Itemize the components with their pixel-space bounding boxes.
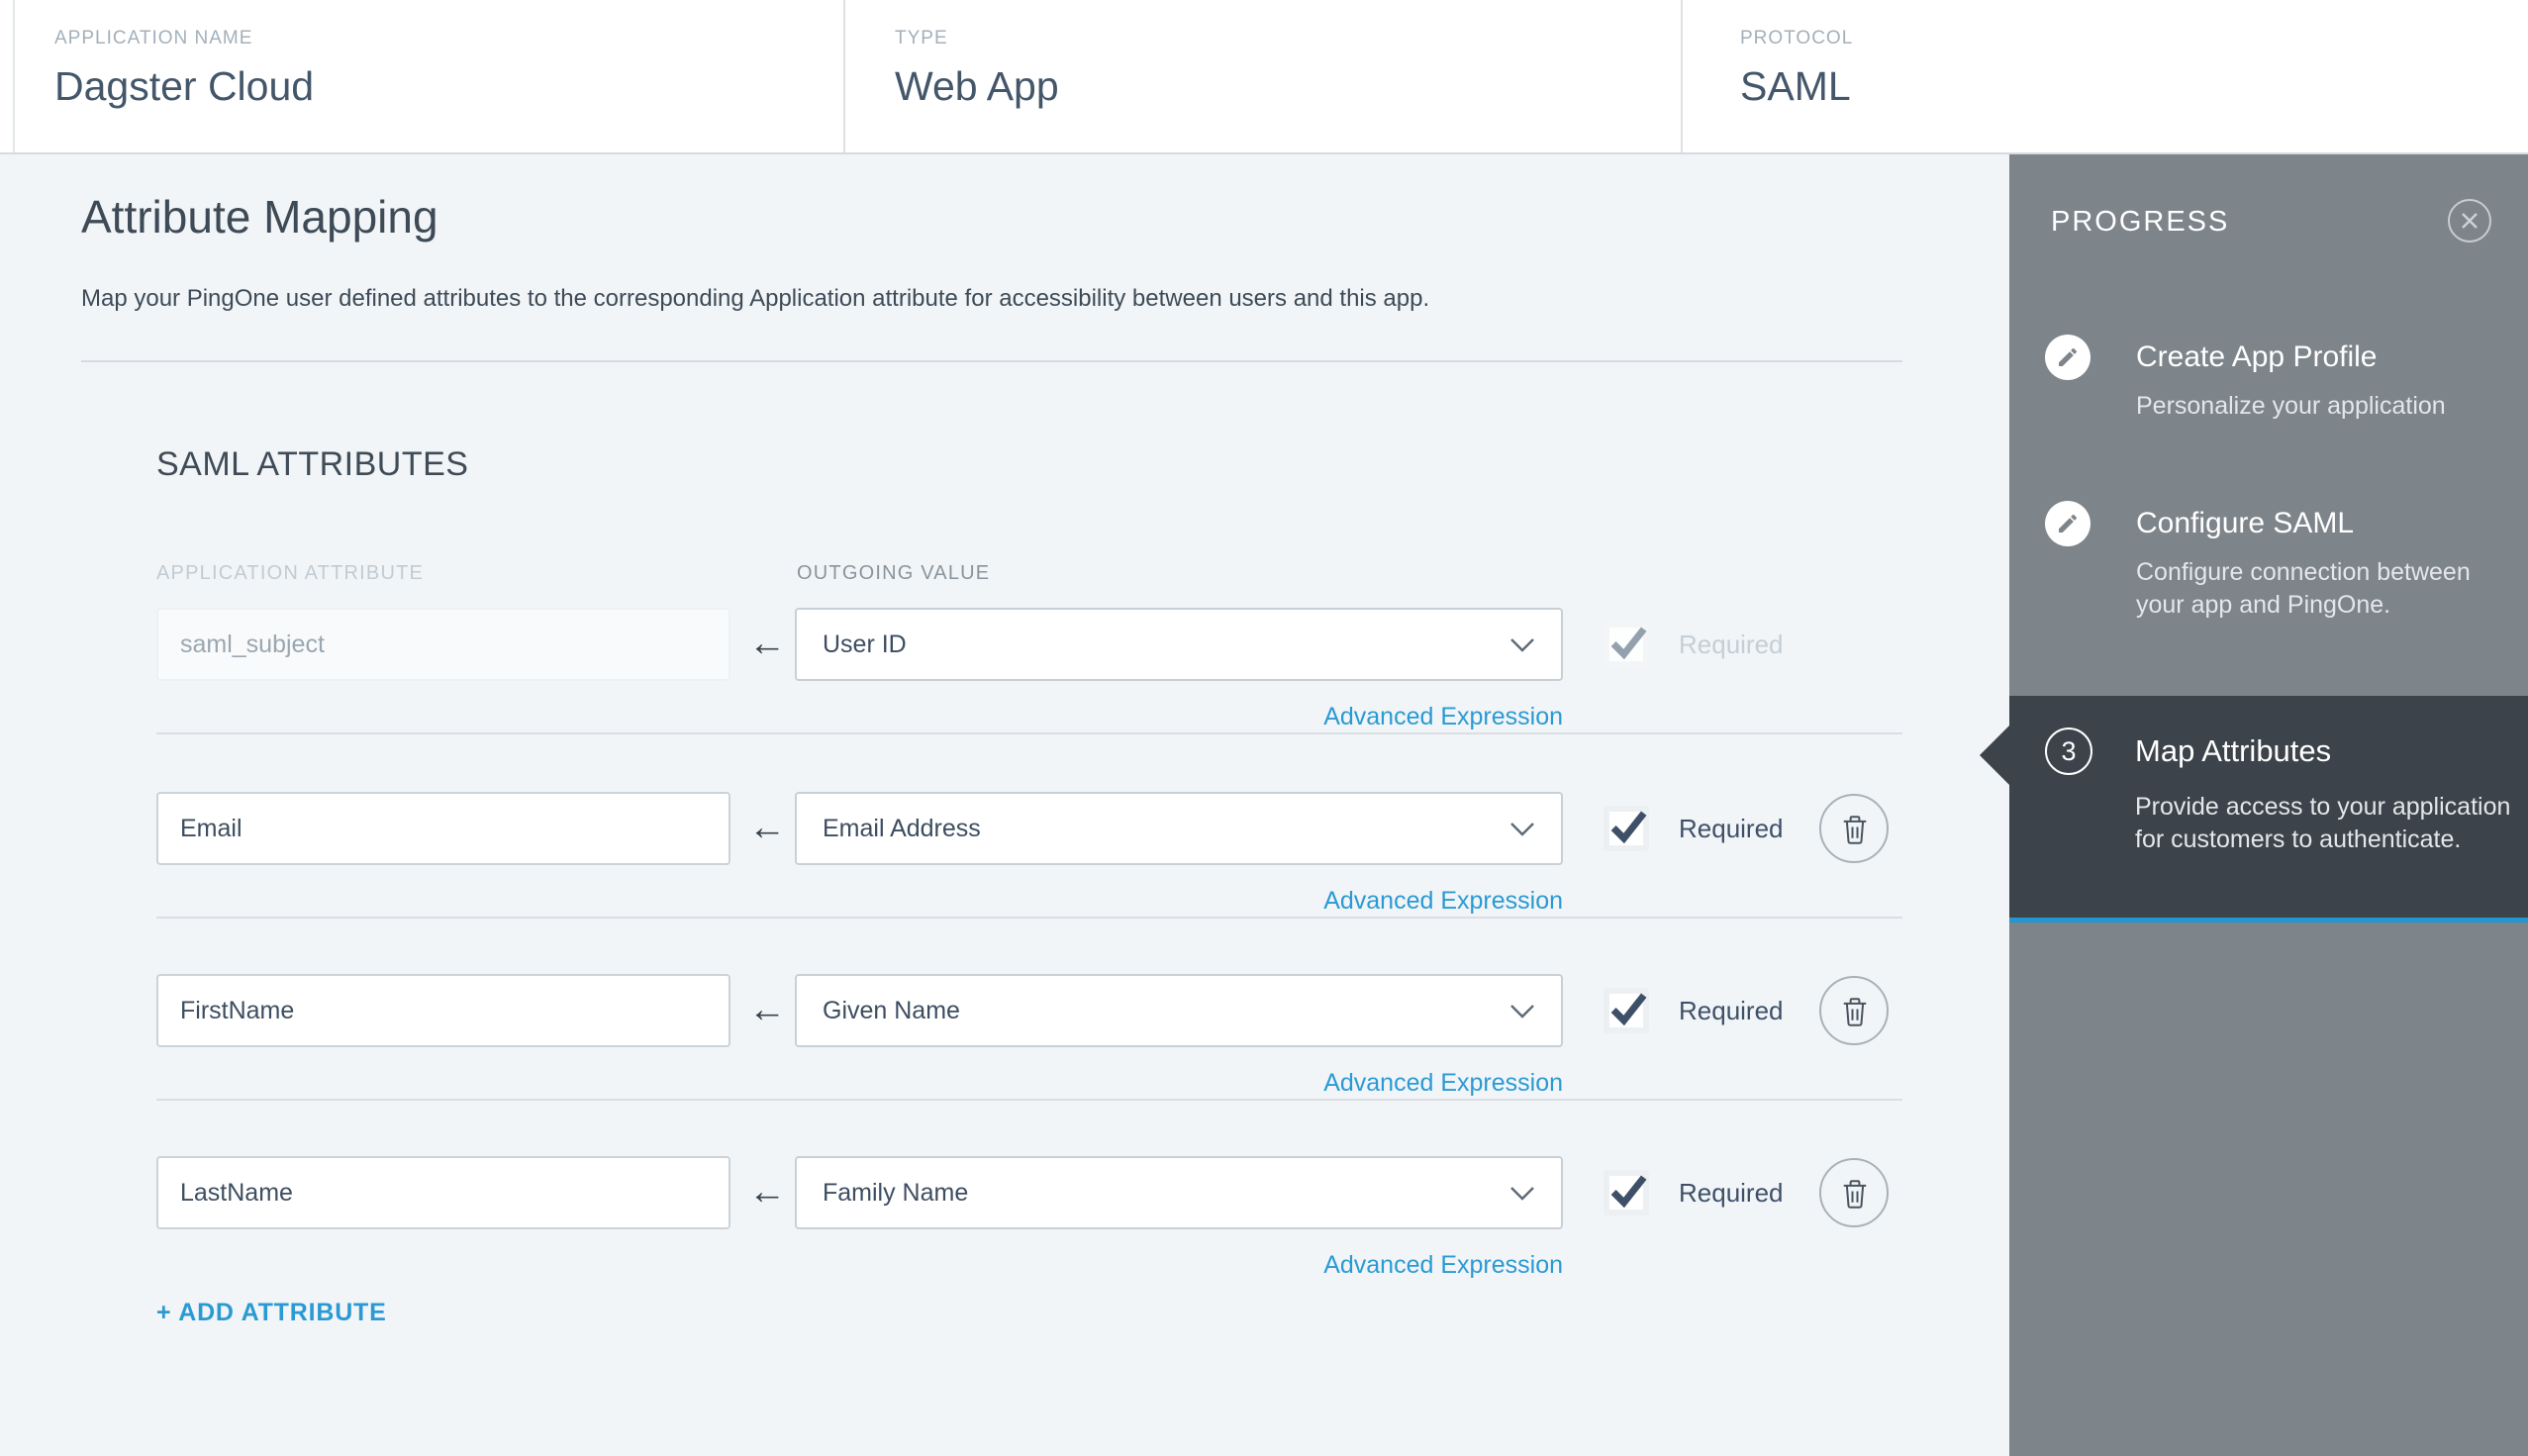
header-divider (843, 0, 845, 152)
required-checkbox[interactable] (1604, 988, 1649, 1033)
chevron-down-icon (1510, 1187, 1534, 1201)
application-attribute-input[interactable] (156, 974, 730, 1047)
app-summary-header: APPLICATION NAME Dagster Cloud TYPE Web … (0, 0, 2528, 154)
close-icon (2448, 199, 2491, 243)
arrow-left-icon: ← (748, 989, 786, 1030)
chevron-down-icon (1510, 638, 1534, 652)
application-name-value: Dagster Cloud (54, 63, 315, 109)
chevron-down-icon (1510, 823, 1534, 836)
row-divider (156, 732, 1902, 734)
trash-icon (1843, 816, 1867, 844)
column-header-application-attribute: APPLICATION ATTRIBUTE (156, 562, 425, 584)
application-attribute-input[interactable] (156, 792, 730, 865)
delete-attribute-button[interactable] (1819, 976, 1889, 1045)
protocol-label: PROTOCOL (1740, 28, 1854, 49)
outgoing-value-selected: User ID (823, 631, 907, 658)
page-description: Map your PingOne user defined attributes… (81, 285, 1430, 312)
required-label: Required (1679, 996, 1784, 1025)
advanced-expression-link[interactable]: Advanced Expression (795, 703, 1563, 731)
outgoing-value-select[interactable]: Given Name (795, 974, 1563, 1047)
attribute-mapping-page: APPLICATION NAME Dagster Cloud TYPE Web … (0, 0, 2528, 1456)
page-title: Attribute Mapping (81, 191, 438, 243)
required-label: Required (1679, 1178, 1784, 1208)
required-label: Required (1679, 814, 1784, 843)
row-divider (156, 917, 1902, 919)
check-icon (1610, 627, 1647, 660)
progress-title: PROGRESS (2051, 206, 2230, 238)
required-checkbox (1604, 622, 1649, 667)
outgoing-value-selected: Given Name (823, 997, 960, 1024)
header-field-application-name: APPLICATION NAME Dagster Cloud (54, 28, 314, 110)
window-left-edge (13, 0, 15, 152)
add-attribute-link[interactable]: + ADD ATTRIBUTE (156, 1299, 387, 1327)
close-button[interactable] (2447, 198, 2492, 243)
step-title: Configure SAML (2136, 507, 2355, 539)
outgoing-value-selected: Email Address (823, 815, 981, 842)
check-icon (1610, 811, 1647, 844)
arrow-left-icon: ← (748, 623, 786, 664)
attribute-row-firstname: ← Given Name Required Advanced Expressio… (156, 974, 1902, 1132)
type-value: Web App (895, 63, 1059, 109)
required-checkbox[interactable] (1604, 1170, 1649, 1215)
column-header-outgoing-value: OUTGOING VALUE (797, 562, 991, 584)
arrow-left-icon: ← (748, 1171, 786, 1213)
header-field-type: TYPE Web App (895, 28, 1059, 110)
advanced-expression-link[interactable]: Advanced Expression (795, 1069, 1563, 1098)
active-step-pointer (1980, 726, 2009, 785)
check-icon (1610, 1175, 1647, 1209)
delete-attribute-button[interactable] (1819, 1158, 1889, 1227)
header-divider (1681, 0, 1683, 152)
required-label: Required (1679, 630, 1784, 659)
arrow-left-icon: ← (748, 807, 786, 848)
advanced-expression-link[interactable]: Advanced Expression (795, 1251, 1563, 1280)
progress-sidebar: PROGRESS Create App Profile Personalize … (1980, 154, 2528, 1456)
progress-step-map-attributes-active[interactable]: 3 Map Attributes Provide access to your … (1980, 696, 2528, 922)
saml-attributes-section-title: SAML ATTRIBUTES (156, 445, 469, 483)
section-divider (81, 360, 1902, 362)
application-attribute-input (156, 608, 730, 681)
step-description: Provide access to your application for c… (2135, 793, 2511, 853)
attribute-row-saml-subject: ← User ID Required Advanced Expression (156, 608, 1902, 766)
application-attribute-input[interactable] (156, 1156, 730, 1229)
step-title: Create App Profile (2136, 340, 2378, 373)
step-title: Map Attributes (2135, 733, 2332, 768)
row-divider (156, 1099, 1902, 1101)
outgoing-value-select[interactable]: Family Name (795, 1156, 1563, 1229)
required-checkbox[interactable] (1604, 806, 1649, 851)
attribute-row-email: ← Email Address Required Advanced Expres… (156, 792, 1902, 950)
application-name-label: APPLICATION NAME (54, 28, 253, 49)
step-description: Personalize your application (2136, 392, 2446, 420)
trash-icon (1843, 1180, 1867, 1209)
chevron-down-icon (1510, 1005, 1534, 1019)
trash-icon (1843, 998, 1867, 1026)
outgoing-value-select[interactable]: Email Address (795, 792, 1563, 865)
header-field-protocol: PROTOCOL SAML (1740, 28, 1853, 110)
type-label: TYPE (895, 28, 948, 49)
pencil-icon (2045, 501, 2090, 546)
attribute-row-lastname: ← Family Name Required Advanced Expressi… (156, 1156, 1902, 1314)
step-description: Configure connection between your app an… (2136, 558, 2471, 619)
advanced-expression-link[interactable]: Advanced Expression (795, 887, 1563, 916)
pencil-icon (2045, 335, 2090, 380)
delete-attribute-button[interactable] (1819, 794, 1889, 863)
step-number-badge: 3 (2045, 728, 2092, 775)
outgoing-value-selected: Family Name (823, 1179, 969, 1207)
outgoing-value-select[interactable]: User ID (795, 608, 1563, 681)
check-icon (1610, 993, 1647, 1026)
protocol-value: SAML (1740, 63, 1851, 109)
